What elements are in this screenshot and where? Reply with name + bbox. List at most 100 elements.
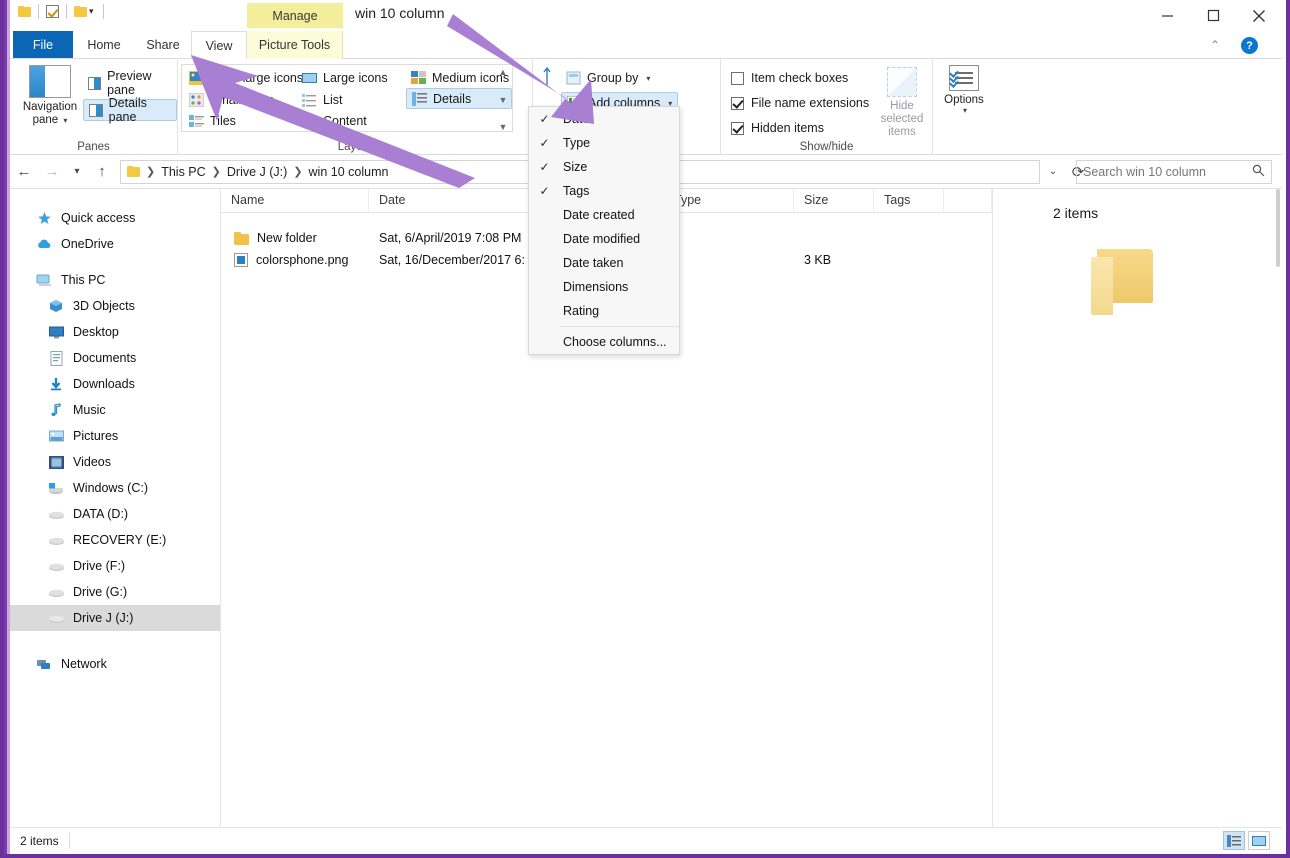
customize-caret-icon[interactable]: ▾	[87, 6, 96, 17]
sidebar-item-drive-g[interactable]: Drive (G:)	[10, 579, 220, 605]
search-input[interactable]: Search win 10 column	[1083, 165, 1206, 179]
layout-extra-large-icons[interactable]: Extra large icons	[184, 67, 296, 88]
breadcrumb-item-this-pc[interactable]: This PC	[161, 165, 205, 179]
column-header-type[interactable]: Type	[664, 189, 794, 212]
item-check-boxes-checkbox[interactable]: Item check boxes	[731, 67, 848, 89]
checkbox-checked-icon[interactable]	[731, 122, 744, 135]
layout-content[interactable]: Content	[297, 110, 405, 131]
details-view-button[interactable]	[1223, 831, 1245, 850]
menu-item-rating[interactable]: Rating	[529, 299, 679, 323]
panes-group-label: Panes	[10, 141, 177, 153]
layout-tiles[interactable]: Tiles	[184, 110, 296, 131]
hide-selected-items-button[interactable]: Hide selected items	[873, 67, 931, 139]
sidebar-item-recovery-e[interactable]: RECOVERY (E:)	[10, 527, 220, 553]
sidebar-item-this-pc[interactable]: This PC	[10, 267, 220, 293]
help-button[interactable]: ?	[1241, 37, 1258, 54]
sidebar-item-label: Windows (C:)	[73, 481, 148, 495]
column-header-size[interactable]: Size	[794, 189, 874, 212]
tab-view[interactable]: View	[191, 31, 247, 60]
layout-gallery-scroll[interactable]: ▲ ▼ ▼	[496, 68, 510, 132]
sidebar-item-videos[interactable]: Videos	[10, 449, 220, 475]
up-button[interactable]: ↑	[88, 158, 116, 186]
menu-item-date-modified[interactable]: Date modified	[529, 227, 679, 251]
close-button[interactable]	[1236, 0, 1282, 31]
contextual-tab-manage[interactable]: Manage	[247, 3, 343, 28]
back-button[interactable]: ←	[10, 158, 38, 186]
column-header-tags[interactable]: Tags	[874, 189, 944, 212]
chevron-down-icon[interactable]: ▾	[63, 116, 67, 125]
properties-checkbox-icon[interactable]	[46, 5, 59, 18]
sidebar-item-label: 3D Objects	[73, 299, 135, 313]
maximize-button[interactable]	[1190, 0, 1236, 31]
sidebar-item-windows-c[interactable]: Windows (C:)	[10, 475, 220, 501]
breadcrumb-item-current[interactable]: win 10 column	[309, 165, 389, 179]
tab-picture-tools[interactable]: Picture Tools	[247, 31, 343, 59]
sidebar-item-drive-f[interactable]: Drive (F:)	[10, 553, 220, 579]
details-pane-button[interactable]: Details pane	[83, 99, 177, 121]
layout-gallery: Extra large icons Large icons Medium ico…	[181, 64, 513, 132]
large-icons-view-button[interactable]	[1248, 831, 1270, 850]
file-name-extensions-checkbox[interactable]: File name extensions	[731, 92, 869, 114]
address-dropdown-button[interactable]: ⌄	[1042, 158, 1064, 186]
menu-item-label: Dimensions	[560, 280, 628, 294]
sidebar-item-onedrive[interactable]: OneDrive	[10, 231, 220, 257]
large-icons-icon	[302, 71, 317, 85]
menu-item-date-created[interactable]: Date created	[529, 203, 679, 227]
menu-item-size[interactable]: ✓ Size	[529, 155, 679, 179]
sidebar-item-documents[interactable]: Documents	[10, 345, 220, 371]
forward-button[interactable]: →	[38, 158, 66, 186]
sidebar-item-downloads[interactable]: Downloads	[10, 371, 220, 397]
chevron-down-icon[interactable]: ▾	[646, 74, 650, 83]
tab-home[interactable]: Home	[73, 31, 135, 59]
breadcrumb-item-drive-j[interactable]: Drive J (J:)	[227, 165, 287, 179]
new-folder-icon[interactable]	[74, 6, 87, 17]
menu-item-tags[interactable]: ✓ Tags	[529, 179, 679, 203]
preview-pane-button[interactable]: Preview pane	[83, 72, 177, 94]
scroll-up-icon[interactable]: ▲	[499, 68, 508, 77]
cube-icon	[48, 298, 64, 314]
menu-item-choose-columns[interactable]: Choose columns...	[529, 330, 679, 354]
layout-small-icons[interactable]: Small icons	[184, 89, 296, 110]
sidebar-item-data-d[interactable]: DATA (D:)	[10, 501, 220, 527]
layout-large-icons[interactable]: Large icons	[297, 67, 405, 88]
ribbon-group-layout: Extra large icons Large icons Medium ico…	[178, 59, 533, 155]
chevron-down-icon[interactable]: ▾	[963, 106, 967, 115]
window-title: win 10 column	[355, 5, 445, 21]
sidebar-item-drive-j[interactable]: Drive J (J:)	[10, 605, 220, 631]
search-icon[interactable]	[1252, 164, 1265, 180]
sidebar-item-network[interactable]: Network	[10, 651, 220, 677]
scroll-down-icon[interactable]: ▼	[499, 96, 508, 105]
sidebar-item-music[interactable]: Music	[10, 397, 220, 423]
sidebar-item-quick-access[interactable]: Quick access	[10, 205, 220, 231]
menu-item-label: Date	[560, 112, 589, 126]
column-header-name[interactable]: Name	[221, 189, 369, 212]
menu-item-type[interactable]: ✓ Type	[529, 131, 679, 155]
search-box[interactable]: Search win 10 column	[1076, 160, 1272, 184]
sidebar-item-3d-objects[interactable]: 3D Objects	[10, 293, 220, 319]
menu-item-dimensions[interactable]: Dimensions	[529, 275, 679, 299]
sidebar-item-pictures[interactable]: Pictures	[10, 423, 220, 449]
file-name-cell[interactable]: New folder	[221, 231, 369, 245]
menu-item-date[interactable]: ✓ Date	[529, 107, 679, 131]
tab-file[interactable]: File	[13, 31, 73, 58]
sidebar-item-desktop[interactable]: Desktop	[10, 319, 220, 345]
gallery-more-icon[interactable]: ▼	[499, 123, 508, 132]
checkbox-checked-icon[interactable]	[731, 97, 744, 110]
check-icon: ✓	[529, 112, 560, 126]
layout-list[interactable]: List	[297, 89, 405, 110]
collapse-ribbon-icon[interactable]: ⌃	[1210, 38, 1220, 52]
tab-share[interactable]: Share	[135, 31, 191, 59]
folder-icon[interactable]	[18, 6, 31, 17]
group-by-button[interactable]: Group by ▾	[561, 67, 655, 89]
file-name-cell[interactable]: colorsphone.png	[221, 253, 369, 267]
scrollbar[interactable]	[1274, 189, 1282, 827]
navigation-pane-button[interactable]: Navigation pane ▾	[20, 65, 80, 131]
navigation-pane-label-line2: pane	[33, 114, 59, 126]
options-button[interactable]: Options ▾	[941, 65, 987, 115]
menu-item-label: Date created	[560, 208, 635, 222]
menu-item-date-taken[interactable]: Date taken	[529, 251, 679, 275]
hidden-items-checkbox[interactable]: Hidden items	[731, 117, 824, 139]
minimize-button[interactable]	[1144, 0, 1190, 31]
recent-locations-button[interactable]: ▾	[66, 158, 88, 186]
checkbox-icon[interactable]	[731, 72, 744, 85]
